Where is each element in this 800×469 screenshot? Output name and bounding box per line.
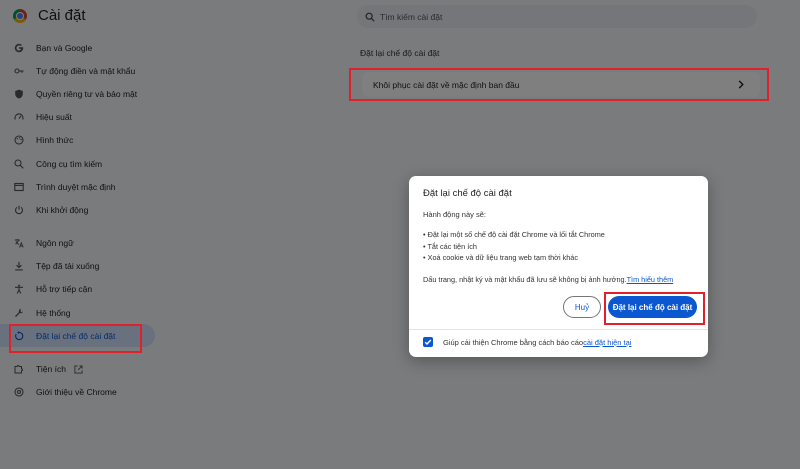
list-item: Đặt lại một số chế độ cài đặt Chrome và … <box>423 229 605 241</box>
dialog-bullet-list: Đặt lại một số chế độ cài đặt Chrome và … <box>423 229 605 264</box>
dialog-divider <box>409 329 708 330</box>
footer-text: Giúp cải thiện Chrome bằng cách báo cáo <box>443 337 584 347</box>
checkmark-icon <box>424 339 432 346</box>
dialog-note-text: Dấu trang, nhật ký và mật khẩu đã lưu sẽ… <box>423 275 627 284</box>
dialog-footer: Giúp cải thiện Chrome bằng cách báo cáo … <box>423 337 631 347</box>
cancel-button[interactable]: Huỷ <box>563 296 601 318</box>
reset-settings-dialog: Đặt lại chế độ cài đặt Hành động này sẽ:… <box>409 176 708 357</box>
dialog-intro: Hành động này sẽ: <box>423 210 486 219</box>
report-settings-checkbox[interactable] <box>423 337 433 347</box>
learn-more-link[interactable]: Tìm hiểu thêm <box>627 275 674 284</box>
current-settings-link[interactable]: cài đặt hiện tại <box>583 338 631 347</box>
list-item: Xoá cookie và dữ liệu trang web tạm thời… <box>423 252 605 264</box>
list-item: Tắt các tiện ích <box>423 241 605 253</box>
reset-settings-button[interactable]: Đặt lại chế độ cài đặt <box>608 296 697 318</box>
dialog-note: Dấu trang, nhật ký và mật khẩu đã lưu sẽ… <box>423 275 673 284</box>
dialog-title: Đặt lại chế độ cài đặt <box>423 188 512 199</box>
